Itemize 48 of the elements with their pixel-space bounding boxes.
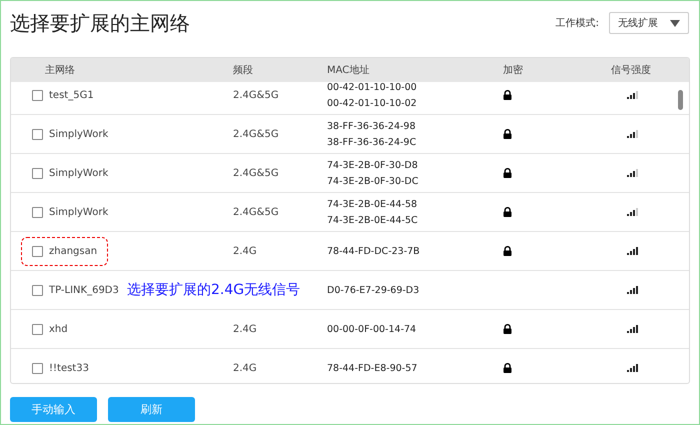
mac-address: 00-42-01-10-10-00 [327, 82, 417, 92]
column-header: 主网络 [44, 64, 76, 77]
checkbox[interactable] [32, 362, 43, 374]
band-cell: 2.4G&5G [233, 168, 279, 178]
band-cell: 2.4G&5G [233, 90, 279, 100]
network-name: xhd [49, 324, 68, 334]
band-cell: 2.4G [233, 324, 257, 334]
mac-address: 74-3E-2B-0F-30-D8 [327, 160, 418, 170]
column-header: 信号强度 [610, 64, 652, 77]
mac-address: 00-42-01-10-10-02 [327, 98, 417, 108]
mac-address: 74-3E-2B-0E-44-58 [327, 198, 418, 210]
checkbox[interactable] [32, 128, 43, 140]
checkbox[interactable] [32, 284, 43, 296]
scrollbar-thumb[interactable] [678, 90, 683, 110]
mac-address: D0-76-E7-29-69-D3 [327, 284, 420, 296]
network-name: SimplyWork [49, 206, 108, 218]
network-name: SimplyWork [49, 128, 108, 140]
annotation-text: 选择要扩展的2.4G无线信号 [127, 281, 300, 299]
column-header: MAC地址 [326, 64, 370, 77]
mac-address: 78-44-FD-DC-23-7B [327, 246, 420, 256]
network-name: SimplyWork [49, 168, 108, 178]
mode-label: 工作模式: [556, 16, 599, 30]
action-button[interactable]: 刷新 [108, 397, 195, 422]
mac-address: 38-FF-36-36-24-9C [327, 136, 416, 148]
checkbox[interactable] [32, 168, 43, 178]
action-button[interactable]: 手动输入 [10, 397, 97, 422]
band-cell: 2.4G [233, 362, 257, 374]
mode-dropdown[interactable]: 无线扩展 [609, 12, 689, 34]
column-header: 频段 [232, 64, 254, 77]
column-header: 加密 [502, 64, 524, 77]
band-cell: 2.4G [233, 246, 257, 256]
band-cell: 2.4G&5G [233, 128, 279, 140]
mac-address: 00-00-0F-00-14-74 [327, 324, 416, 334]
mac-address: 78-44-FD-E8-90-57 [327, 362, 418, 374]
checkbox[interactable] [32, 324, 43, 334]
caret-icon [670, 20, 680, 26]
network-name: zhangsan [49, 246, 98, 256]
mac-address: 38-FF-36-36-24-98 [327, 120, 416, 132]
network-name: TP-LINK_69D3 [49, 284, 119, 296]
mac-address: 74-3E-2B-0F-30-DC [327, 176, 418, 186]
network-name: test_5G1 [49, 90, 94, 100]
checkbox[interactable] [32, 246, 43, 256]
network-name: !!test33 [49, 362, 89, 374]
band-cell: 2.4G&5G [233, 206, 279, 218]
mac-address: 74-3E-2B-0E-44-5C [327, 214, 418, 226]
checkbox[interactable] [32, 90, 43, 100]
page-title: 选择要扩展的主网络 [10, 10, 190, 36]
checkbox[interactable] [32, 206, 43, 218]
